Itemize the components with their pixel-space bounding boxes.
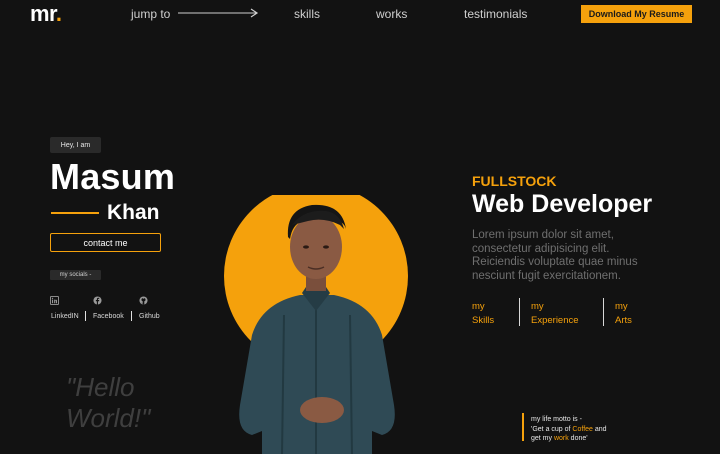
social-divider [131, 311, 132, 321]
motto-accent-bar [522, 413, 524, 441]
social-divider [85, 311, 86, 321]
linkedin-icon[interactable] [50, 296, 59, 305]
link-my-experience[interactable]: my Experience [531, 300, 579, 328]
social-link-linkedin[interactable]: LinkedIN [51, 313, 79, 320]
arrow-right-icon [178, 8, 259, 18]
hello-world-quote: "Hello World!" [66, 372, 151, 433]
jump-to-label: jump to [131, 7, 171, 21]
social-link-facebook[interactable]: Facebook [93, 313, 124, 320]
nav-link-testimonials[interactable]: testimonials [464, 7, 527, 21]
role-title: Web Developer [472, 190, 653, 218]
life-motto: my life motto is - 'Get a cup of Coffee … [531, 416, 607, 442]
greeting-badge: Hey, I am [50, 137, 101, 153]
link-divider [603, 298, 604, 326]
nav-link-works[interactable]: works [376, 7, 407, 21]
download-resume-button[interactable]: Download My Resume [581, 5, 692, 23]
social-link-github[interactable]: Github [139, 313, 160, 320]
contact-me-button[interactable]: contact me [50, 233, 161, 252]
link-my-skills[interactable]: my Skills [472, 300, 494, 328]
link-my-arts[interactable]: my Arts [615, 300, 632, 328]
github-icon[interactable] [139, 296, 148, 305]
role-description: Lorem ipsum dolor sit amet, consectetur … [472, 229, 638, 282]
nav-link-skills[interactable]: skills [294, 7, 320, 21]
logo[interactable]: mr. [30, 1, 62, 27]
first-name: Masum [50, 156, 176, 197]
last-name: Khan [107, 201, 160, 224]
name-divider [51, 212, 99, 214]
socials-label: my socials - [50, 270, 101, 280]
link-divider [519, 298, 520, 326]
facebook-icon[interactable] [93, 296, 102, 305]
profile-portrait [224, 195, 408, 454]
role-eyebrow: FULLSTOCK [472, 173, 557, 189]
